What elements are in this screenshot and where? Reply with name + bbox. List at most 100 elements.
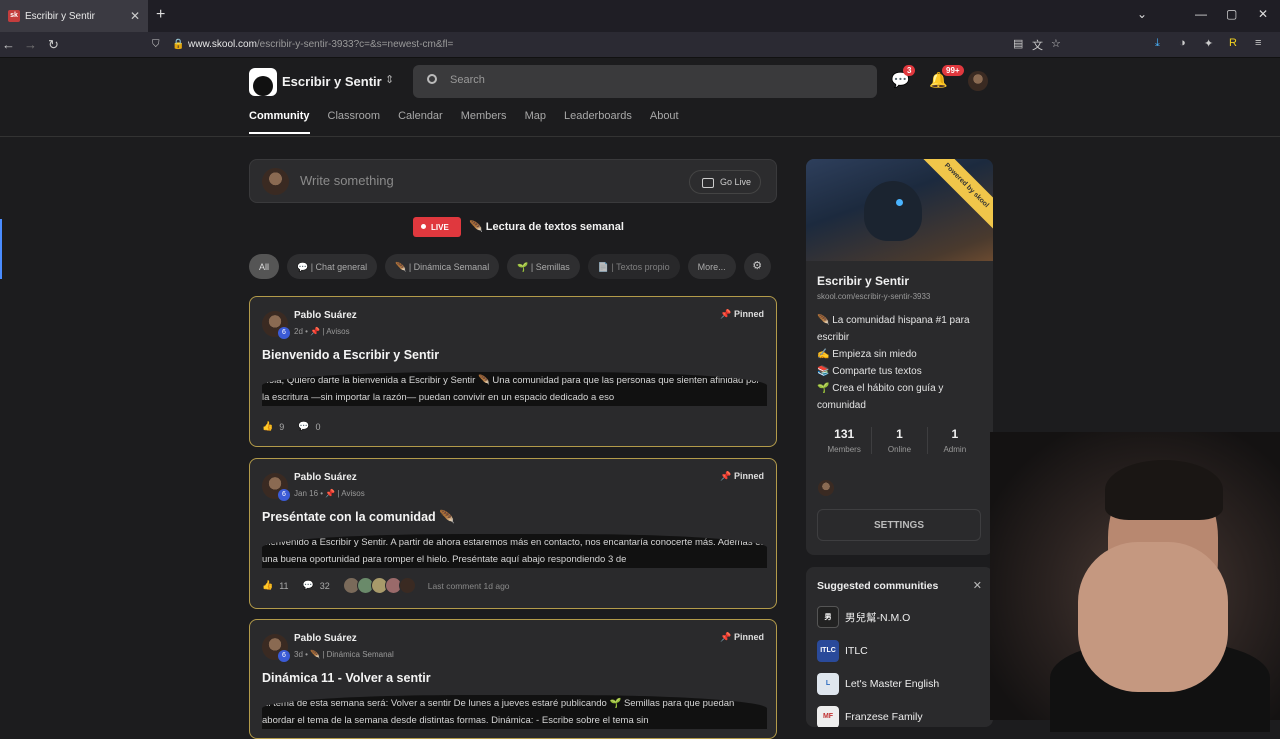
address-bar[interactable]: www.skool.com/escribir-y-sentir-3933?c=&… — [188, 39, 453, 50]
extensions-puzzle-icon[interactable]: ✦ — [1204, 37, 1213, 50]
chat-badge: 3 — [903, 65, 916, 76]
level-badge: 6 — [278, 650, 290, 662]
chip-dinamica-semanal[interactable]: 🪶 | Dinámica Semanal — [385, 254, 500, 279]
tab-community[interactable]: Community — [249, 110, 310, 134]
member-avatar[interactable] — [818, 480, 834, 496]
suggested-name: ITLC — [845, 645, 868, 657]
chip-all[interactable]: All — [249, 254, 280, 279]
webcam-overlay — [990, 432, 1280, 732]
stat-online[interactable]: 1 Online — [872, 427, 928, 454]
pinned-label: 📌 Pinned — [720, 471, 764, 482]
chip-textos-propios[interactable]: 📄 | Textos propio — [587, 254, 680, 279]
menu-icon[interactable]: ≡ — [1255, 37, 1261, 49]
tab-leaderboards[interactable]: Leaderboards — [564, 110, 632, 134]
pin-icon: 📌 — [720, 632, 732, 642]
composer-placeholder: Write something — [300, 173, 394, 188]
stat-admin[interactable]: 1 Admin — [928, 427, 982, 454]
like-icon[interactable]: 👍 — [262, 421, 273, 432]
desc-line: 📚 Comparte tus textos — [817, 366, 922, 377]
forward-icon[interactable]: → — [24, 37, 37, 52]
like-icon[interactable]: 👍 — [262, 580, 273, 591]
commenter-avatars[interactable] — [342, 577, 416, 594]
suggested-heading: Suggested communities — [817, 580, 939, 592]
community-logo[interactable] — [249, 68, 277, 96]
comment-icon[interactable]: 💬 — [298, 421, 309, 432]
reader-view-icon[interactable]: ▤ — [1013, 37, 1023, 50]
tab-classroom[interactable]: Classroom — [328, 110, 381, 134]
maximize-icon[interactable]: ▢ — [1226, 7, 1237, 21]
tab-members[interactable]: Members — [461, 110, 507, 134]
bookmark-star-icon[interactable]: ☆ — [1051, 37, 1061, 50]
minimize-icon[interactable]: — — [1195, 7, 1207, 21]
browser-tab[interactable]: sk Escribir y Sentir ✕ — [0, 0, 148, 32]
page: Escribir y Sentir ⇕ Search 💬 3 🔔 99+ Com… — [0, 59, 1280, 739]
post-card[interactable]: 6 Pablo Suárez 2d • 📌 | Avisos 📌 Pinned … — [249, 296, 777, 447]
site-header: Escribir y Sentir ⇕ Search 💬 3 🔔 99+ Com… — [0, 59, 1280, 137]
chip-semillas[interactable]: 🌱 | Semillas — [507, 254, 580, 279]
post-meta: 2d • 📌 | Avisos — [294, 327, 350, 336]
author-name[interactable]: Pablo Suárez — [294, 472, 357, 483]
post-footer: 👍 11 💬 32 Last comment 1d ago — [262, 577, 516, 594]
tab-about[interactable]: About — [650, 110, 679, 134]
url-domain: www.skool.com — [188, 39, 257, 50]
suggested-name: Let's Master English — [845, 678, 940, 690]
go-live-button[interactable]: Go Live — [689, 170, 761, 194]
stat-members[interactable]: 131 Members — [817, 427, 873, 454]
post-title[interactable]: Dinámica 11 - Volver a sentir — [262, 671, 431, 685]
post-title[interactable]: Preséntate con la comunidad 🪶 — [262, 510, 455, 525]
reload-icon[interactable]: ↻ — [48, 37, 59, 53]
pinned-text: Pinned — [733, 309, 764, 319]
tab-map[interactable]: Map — [525, 110, 546, 134]
live-event-title[interactable]: 🪶 Lectura de textos semanal — [469, 220, 624, 233]
last-comment: Last comment 1d ago — [427, 580, 510, 591]
pinned-label: 📌 Pinned — [720, 632, 764, 643]
powered-by-ribbon[interactable]: Powered by skool — [919, 159, 993, 233]
close-tab-icon[interactable]: ✕ — [130, 9, 140, 23]
search-input[interactable]: Search — [413, 65, 877, 98]
shield-icon[interactable]: ⛉ — [152, 39, 160, 50]
post-body: El tema de esta semana será: Volver a se… — [262, 695, 767, 729]
community-card-name: Escribir y Sentir — [817, 274, 910, 288]
post-footer: 👍 9 💬 0 — [262, 421, 326, 432]
post-composer[interactable]: Write something Go Live — [249, 159, 777, 203]
window-close-icon[interactable]: ✕ — [1258, 7, 1268, 21]
tab-list-chevron-icon[interactable]: ⌄ — [1137, 7, 1147, 21]
filter-settings-icon[interactable]: ⚙ — [743, 253, 771, 280]
person-hair — [1105, 460, 1223, 520]
back-icon[interactable]: ← — [2, 37, 15, 52]
lock-icon[interactable]: 🔒 — [172, 39, 184, 50]
extension-r-icon[interactable]: R — [1229, 37, 1237, 49]
suggested-item[interactable]: ITLC ITLC — [817, 640, 868, 662]
settings-button[interactable]: SETTINGS — [817, 509, 981, 541]
chip-chat-general[interactable]: 💬 | Chat general — [287, 254, 378, 279]
community-switcher-icon[interactable]: ⇕ — [385, 73, 394, 86]
live-badge[interactable]: LIVE — [413, 217, 461, 237]
community-name[interactable]: Escribir y Sentir — [282, 74, 382, 89]
composer-avatar — [262, 168, 289, 195]
post-card[interactable]: 6 Pablo Suárez Jan 16 • 📌 | Avisos 📌 Pin… — [249, 458, 777, 609]
author-name[interactable]: Pablo Suárez — [294, 310, 357, 321]
community-icon: MF — [817, 706, 839, 727]
author-name[interactable]: Pablo Suárez — [294, 633, 357, 644]
tab-calendar[interactable]: Calendar — [398, 110, 443, 134]
download-icon[interactable]: ⤓ — [1155, 37, 1160, 50]
close-icon[interactable]: ✕ — [973, 579, 982, 592]
suggested-item[interactable]: L Let's Master English — [817, 673, 939, 695]
level-badge: 6 — [278, 489, 290, 501]
community-nav: Community Classroom Calendar Members Map… — [249, 110, 697, 134]
url-path: /escribir-y-sentir-3933?c=&s=newest-cm&f… — [256, 39, 454, 50]
chip-more[interactable]: More... — [687, 254, 736, 279]
new-tab-icon[interactable]: + — [156, 6, 165, 24]
translate-icon[interactable]: 文 — [1032, 37, 1043, 53]
suggested-item[interactable]: MF Franzese Family — [817, 706, 923, 727]
comment-icon[interactable]: 💬 — [303, 580, 314, 591]
post-title[interactable]: Bienvenido a Escribir y Sentir — [262, 348, 439, 362]
user-avatar[interactable] — [968, 71, 988, 91]
extension-clock-icon[interactable]: ◑ — [1179, 37, 1186, 49]
community-card: Powered by skool Escribir y Sentir skool… — [806, 159, 993, 555]
live-event-text: Lectura de textos semanal — [485, 221, 624, 233]
post-card[interactable]: 6 Pablo Suárez 3d • 🪶 | Dinámica Semanal… — [249, 619, 777, 739]
stat-label: Members — [827, 445, 861, 454]
suggested-communities: Suggested communities ✕ 男男兒幫-N.M.O ITLC I… — [806, 567, 993, 727]
suggested-item[interactable]: 男男兒幫-N.M.O — [817, 606, 910, 628]
